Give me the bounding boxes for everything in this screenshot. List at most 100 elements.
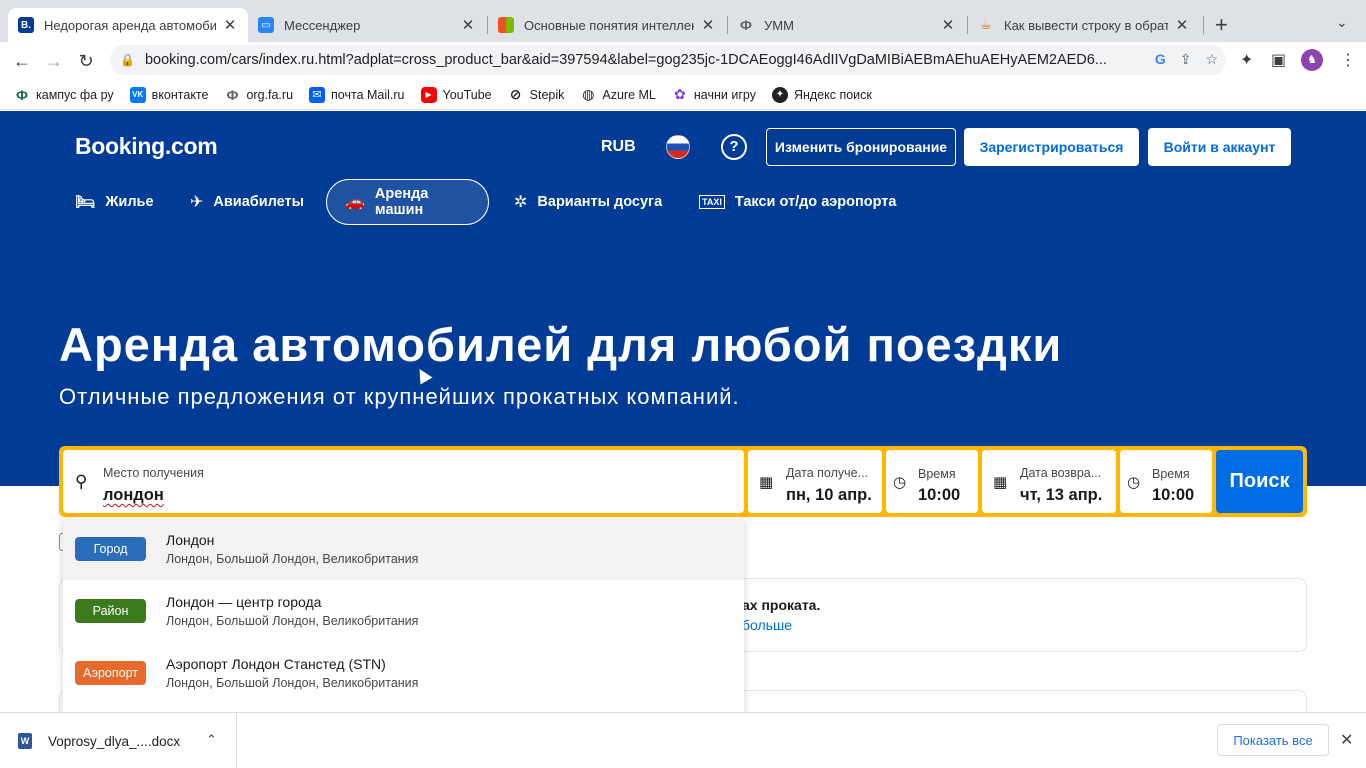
register-button[interactable]: Зарегистрироваться <box>964 128 1139 166</box>
pickup-location-field[interactable]: ⚲ Место получения лондон <box>63 450 744 513</box>
calendar-icon: ▦ <box>993 474 1008 491</box>
bookmark-vk[interactable]: VK вконтакте <box>129 86 209 103</box>
game-icon: ✿ <box>674 86 686 102</box>
suggestion-title: Аэропорт Лондон Станстед (STN) <box>166 656 386 672</box>
clock-icon: ◷ <box>1127 474 1141 491</box>
tab-messenger[interactable]: ▭ Мессенджер ✕ <box>248 8 486 42</box>
nav-airport-taxi[interactable]: TAXI Такси от/до аэропорта <box>681 179 914 225</box>
url-text: booking.com/cars/index.ru.html?adplat=cr… <box>144 52 1107 68</box>
nav-stays[interactable]: 🛏 Жилье <box>57 179 172 225</box>
tab-title: Основные понятия интеллект <box>524 17 694 33</box>
manage-booking-button[interactable]: Изменить бронирование <box>766 128 956 166</box>
pickup-time-label: Время <box>918 467 956 481</box>
tab-intellect[interactable]: Основные понятия интеллект ✕ <box>488 8 726 42</box>
nav-flights[interactable]: ✈ Авиабилеты <box>172 179 322 225</box>
bookmark-youtube[interactable]: ▶ YouTube <box>420 86 492 103</box>
bookmark-mail[interactable]: ✉ почта Mail.ru <box>309 86 405 103</box>
tab-close-icon[interactable]: ✕ <box>460 16 476 34</box>
suggestion-title: Лондон — центр города <box>166 594 322 610</box>
google-icon[interactable]: G <box>1155 51 1166 68</box>
mail-icon: ✉ <box>309 86 326 103</box>
tab-close-icon[interactable]: ✕ <box>700 16 716 34</box>
bookmarks-bar: Фкампус фа ру VK вконтакте Фorg.fa.ru ✉ по… <box>0 80 1366 110</box>
sign-in-button[interactable]: Войти в аккаунт <box>1148 128 1291 166</box>
tab-booking[interactable]: B. Недорогая аренда автомобил ✕ <box>8 8 248 42</box>
bookmark-yandex[interactable]: ✦ Яндекс поиск <box>771 86 872 103</box>
bookmark-campus[interactable]: Фкампус фа ру <box>14 87 114 103</box>
profile-avatar[interactable]: ♞ <box>1301 49 1323 71</box>
bookmark-org-fa[interactable]: Фorg.fa.ru <box>224 87 293 103</box>
info-card-text: ах проката. <box>742 597 821 613</box>
russia-flag-icon[interactable] <box>666 135 690 159</box>
tab-divider <box>1203 16 1204 34</box>
suggestion-subtitle: Лондон, Большой Лондон, Великобритания <box>166 676 419 690</box>
page-subtitle: Отличные предложения от крупнейших прока… <box>59 384 740 409</box>
back-arrow-icon[interactable]: ← <box>9 48 35 74</box>
product-nav: 🛏 Жилье ✈ Авиабилеты 🚗 Аренда машин ✲ Вариан… <box>0 179 1366 225</box>
bed-icon: 🛏 <box>75 194 96 211</box>
bookmark-label: вконтакте <box>151 87 209 102</box>
browser-toolbar: ← → ↻ 🔒 booking.com/cars/index.ru.html?a… <box>0 42 1366 80</box>
tab-close-icon[interactable]: ✕ <box>1174 16 1190 34</box>
nav-car-rental[interactable]: 🚗 Аренда машин <box>326 179 489 225</box>
bookmark-azure[interactable]: ◍ Azure ML <box>580 86 656 103</box>
close-icon[interactable]: ✕ <box>1340 730 1353 750</box>
forward-arrow-icon[interactable]: → <box>41 48 67 74</box>
chat-icon: ▭ <box>258 17 274 33</box>
suggestion-item[interactable]: Город Лондон Лондон, Большой Лондон, Вел… <box>63 518 744 580</box>
new-tab-plus-icon[interactable]: + <box>1215 12 1228 38</box>
bookmark-stepik[interactable]: ⊘ Stepik <box>508 86 565 103</box>
taxi-icon: TAXI <box>699 195 725 209</box>
nav-attractions[interactable]: ✲ Варианты досуга <box>496 179 680 225</box>
tab-java[interactable]: ☕ Как вывести строку в обратн ✕ <box>968 8 1200 42</box>
pickup-time-field[interactable]: ◷ Время 10:00 <box>886 450 978 513</box>
download-filename: Voprosy_dlya_....docx <box>48 733 181 749</box>
address-bar[interactable]: 🔒 booking.com/cars/index.ru.html?adplat=… <box>110 45 1226 75</box>
type-badge: Район <box>75 599 146 623</box>
dropoff-time-label: Время <box>1152 467 1190 481</box>
bookmark-label: Azure ML <box>602 87 656 102</box>
microsoft-icon <box>498 17 514 33</box>
fa-icon: Ф <box>226 86 239 103</box>
fa-icon: Ф <box>16 86 28 103</box>
chevron-up-icon[interactable]: ⌃ <box>206 732 217 748</box>
yandex-icon: ✦ <box>771 86 788 103</box>
tab-close-icon[interactable]: ✕ <box>222 16 238 34</box>
search-button[interactable]: Поиск <box>1216 450 1303 513</box>
menu-kebab-icon[interactable]: ⋮ <box>1340 50 1356 70</box>
info-card-link[interactable]: больше <box>742 617 792 633</box>
pickup-date-field[interactable]: ▦ Дата получе... пн, 10 апр. <box>748 450 882 513</box>
page-title: Аренда автомобилей для любой поездки <box>59 318 1063 371</box>
pickup-location-input[interactable]: лондон <box>103 486 164 505</box>
dropoff-time-field[interactable]: ◷ Время 10:00 <box>1120 450 1212 513</box>
show-all-button[interactable]: Показать все <box>1217 724 1329 756</box>
download-item[interactable]: W Voprosy_dlya_....docx ⌃ <box>0 713 237 768</box>
currency-selector[interactable]: RUB <box>601 138 636 156</box>
tab-title: Мессенджер <box>284 17 361 33</box>
suggestion-item[interactable]: Район Лондон — центр города Лондон, Боль… <box>63 580 744 642</box>
bookmark-game[interactable]: ✿ начни игру <box>672 86 756 103</box>
type-badge: Город <box>75 537 146 561</box>
tab-umm[interactable]: Ф УММ ✕ <box>728 8 966 42</box>
tab-close-icon[interactable]: ✕ <box>940 16 956 34</box>
nav-label: Авиабилеты <box>213 194 305 210</box>
sidepanel-icon[interactable]: ▣ <box>1271 50 1286 70</box>
reload-icon[interactable]: ↻ <box>73 48 99 74</box>
share-icon[interactable]: ⇪ <box>1180 51 1192 68</box>
fa-favicon-icon: Ф <box>740 17 752 33</box>
dropoff-date-field[interactable]: ▦ Дата возвра... чт, 13 апр. <box>982 450 1116 513</box>
tab-search-chevron-icon[interactable]: ⌄ <box>1336 14 1348 31</box>
extensions-puzzle-icon[interactable]: ✦ <box>1240 50 1253 70</box>
booking-logo[interactable]: Booking.com <box>75 133 218 160</box>
car-icon: 🚗 <box>345 194 365 211</box>
attractions-icon: ✲ <box>514 194 528 211</box>
star-icon[interactable]: ☆ <box>1205 51 1218 68</box>
suggestion-item[interactable]: Аэропорт Аэропорт Лондон Станстед (STN) … <box>63 642 744 704</box>
location-suggestions: Город Лондон Лондон, Большой Лондон, Вел… <box>63 518 744 712</box>
type-badge: Аэропорт <box>75 661 146 685</box>
plane-icon: ✈ <box>190 194 204 211</box>
calendar-icon: ▦ <box>759 474 774 491</box>
help-icon[interactable]: ? <box>721 134 747 160</box>
dropoff-date-label: Дата возвра... <box>1020 466 1102 480</box>
globe-icon: ◍ <box>582 86 595 102</box>
